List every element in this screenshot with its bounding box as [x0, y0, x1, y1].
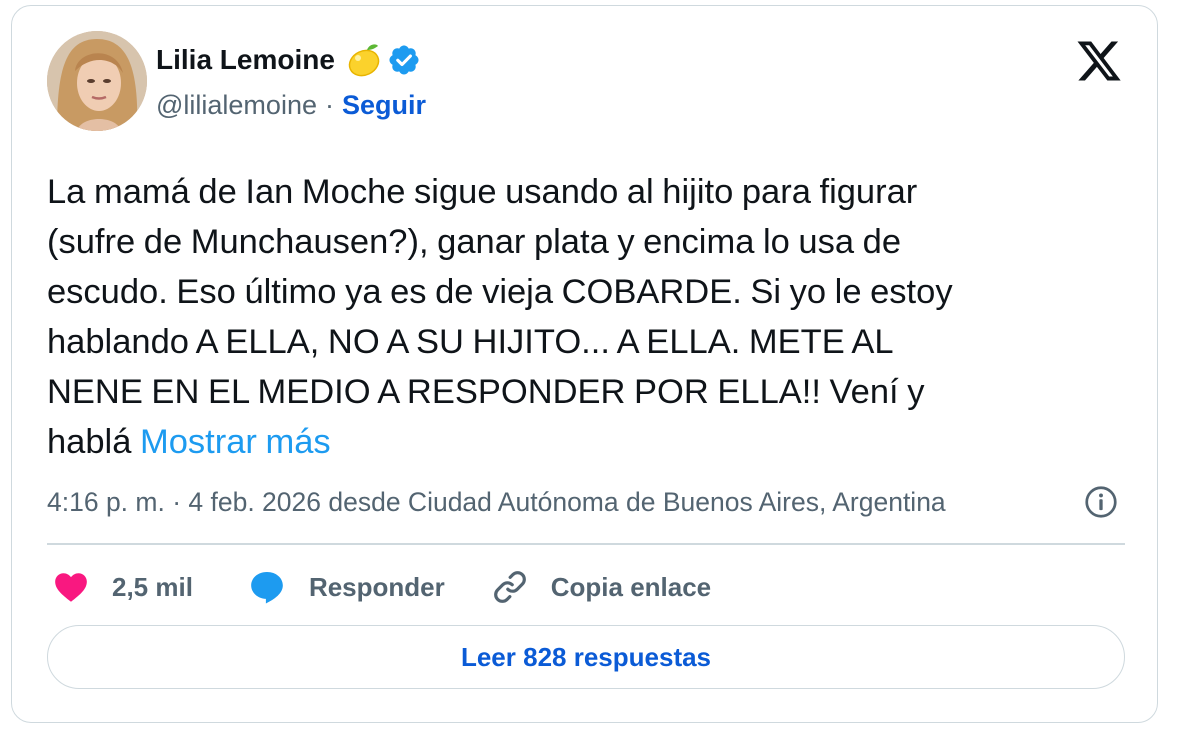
divider — [47, 543, 1125, 545]
info-icon[interactable] — [1083, 484, 1119, 520]
read-replies-label: Leer 828 respuestas — [460, 641, 712, 672]
reply-label: Responder — [308, 571, 445, 602]
copy-link-button[interactable]: Copia enlace — [491, 568, 711, 606]
verified-badge-icon — [387, 43, 421, 77]
x-logo-icon[interactable] — [1075, 37, 1123, 85]
author-name[interactable]: Lilia Lemoine — [156, 44, 335, 76]
author-name-row: Lilia Lemoine — [156, 40, 421, 80]
link-icon[interactable] — [491, 568, 529, 606]
action-bar: 2,5 mil Responder Copia enlace — [52, 562, 711, 612]
tweet-card: Lilia Lemoine @lilialemoine · Seguir La … — [11, 5, 1158, 723]
handle-separator: · — [324, 90, 334, 120]
tweet-text: La mamá de Ian Moche sigue usando al hij… — [47, 167, 1137, 467]
avatar[interactable] — [47, 31, 147, 131]
copy-link-label: Copia enlace — [550, 571, 712, 602]
follow-button[interactable]: Seguir — [342, 90, 426, 121]
heart-icon[interactable] — [52, 568, 90, 606]
speech-bubble-icon[interactable] — [247, 568, 287, 606]
tweet-body: La mamá de Ian Moche sigue usando al hij… — [47, 173, 953, 461]
show-more-link[interactable]: Mostrar más — [140, 423, 331, 461]
reply-button[interactable]: Responder — [247, 568, 445, 606]
timestamp-location[interactable]: 4:16 p. m. · 4 feb. 2026 desde Ciudad Au… — [47, 487, 1067, 518]
author-handle[interactable]: @lilialemoine — [156, 90, 317, 121]
lemon-icon — [345, 42, 383, 78]
like-count: 2,5 mil — [112, 571, 193, 602]
tweet-meta: 4:16 p. m. · 4 feb. 2026 desde Ciudad Au… — [47, 482, 1157, 522]
read-replies-button[interactable]: Leer 828 respuestas — [47, 625, 1125, 689]
like-button[interactable]: 2,5 mil — [52, 568, 193, 606]
handle-row: @lilialemoine · Seguir — [156, 90, 426, 121]
